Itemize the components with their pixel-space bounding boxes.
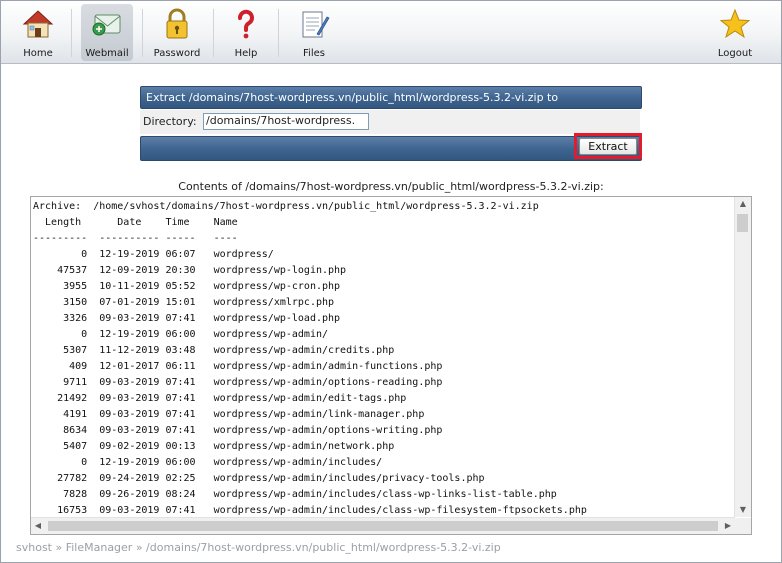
scrollbar-corner xyxy=(735,518,751,534)
directory-label: Directory: xyxy=(143,115,197,128)
scroll-left-icon[interactable]: ◀ xyxy=(31,518,45,534)
lock-icon xyxy=(166,8,188,39)
toolbar-separator xyxy=(278,9,279,57)
help-label: Help xyxy=(234,48,258,59)
contents-title: Contents of /domains/7host-wordpress.vn/… xyxy=(178,180,604,193)
logout-button[interactable]: Logout xyxy=(711,4,759,61)
help-button[interactable]: Help xyxy=(223,4,269,61)
vertical-scrollbar[interactable]: ▲ ▼ xyxy=(734,197,751,517)
toolbar-separator xyxy=(71,9,72,57)
scroll-right-icon[interactable]: ▶ xyxy=(721,518,735,534)
toolbar-separator xyxy=(213,9,214,57)
webmail-icon xyxy=(92,14,121,36)
scroll-up-icon[interactable]: ▲ xyxy=(735,197,751,211)
logout-label: Logout xyxy=(717,48,753,59)
archive-listing[interactable]: Archive: /home/svhost/domains/7host-word… xyxy=(30,196,752,535)
scroll-down-icon[interactable]: ▼ xyxy=(735,503,751,517)
extract-title-bar: Extract /domains/7host-wordpress.vn/publ… xyxy=(140,86,642,109)
extract-action-bar xyxy=(140,136,642,161)
home-label: Home xyxy=(23,48,53,59)
files-label: Files xyxy=(303,48,325,59)
horizontal-scrollbar[interactable]: ◀ ▶ xyxy=(31,517,735,534)
extract-title: Extract /domains/7host-wordpress.vn/publ… xyxy=(146,91,559,104)
directory-input[interactable]: /domains/7host-wordpress. xyxy=(203,113,369,130)
files-button[interactable]: Files xyxy=(290,4,338,61)
toolbar: Home Webmail Password Help Files Logout xyxy=(1,1,781,64)
webmail-label: Webmail xyxy=(85,48,129,59)
directory-row: Directory: /domains/7host-wordpress. xyxy=(140,110,640,134)
star-icon xyxy=(719,8,751,39)
password-label: Password xyxy=(153,48,201,59)
home-button[interactable]: Home xyxy=(15,4,61,61)
help-question-icon xyxy=(238,9,254,39)
home-icon xyxy=(22,10,54,38)
password-button[interactable]: Password xyxy=(151,4,203,61)
extract-button[interactable]: Extract xyxy=(579,138,637,155)
horizontal-scroll-thumb[interactable] xyxy=(48,521,718,531)
vertical-scroll-thumb[interactable] xyxy=(737,214,748,232)
archive-listing-text: Archive: /home/svhost/domains/7host-word… xyxy=(33,201,587,516)
files-icon xyxy=(302,11,330,38)
breadcrumb: svhost » FileManager » /domains/7host-wo… xyxy=(16,541,501,554)
webmail-button[interactable]: Webmail xyxy=(81,4,133,61)
toolbar-separator xyxy=(142,9,143,57)
